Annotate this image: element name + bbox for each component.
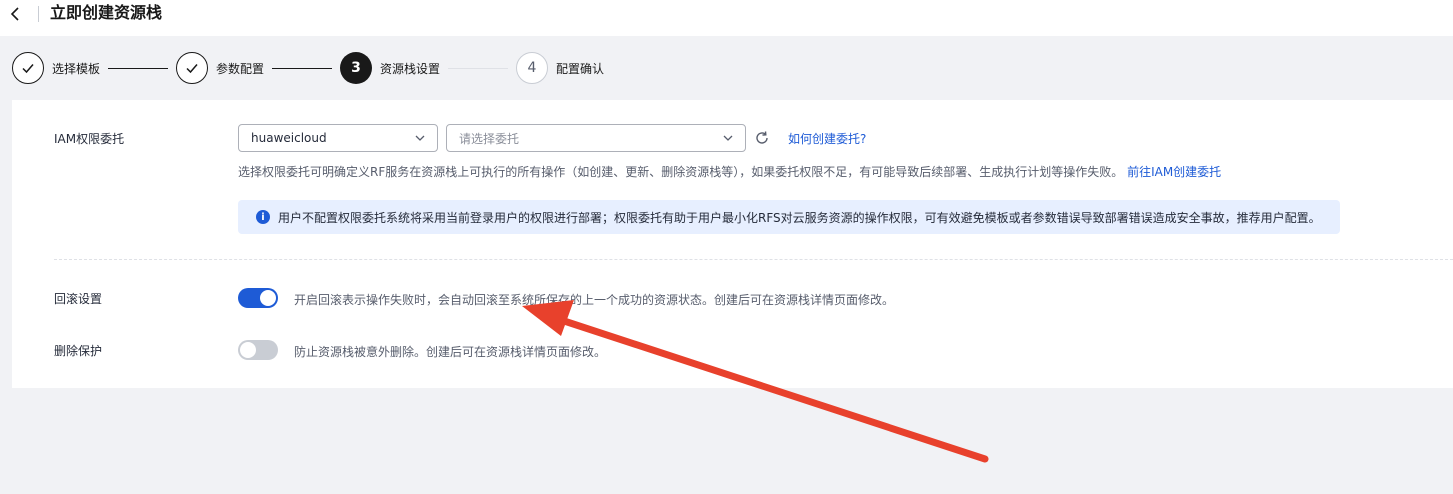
top-bar: 立即创建资源栈 xyxy=(0,0,1453,36)
info-icon: i xyxy=(256,210,270,224)
step-label: 资源栈设置 xyxy=(380,61,441,76)
step-1: 选择模板 xyxy=(12,52,100,84)
step-connector xyxy=(108,68,168,69)
step-number: 4 xyxy=(516,52,548,84)
delegation-select[interactable]: 请选择委托 xyxy=(446,124,746,152)
step-number: 3 xyxy=(340,52,372,84)
deletion-protection-label: 删除保护 xyxy=(54,344,103,358)
step-connector xyxy=(272,68,332,69)
iam-description-text: 选择权限委托可明确定义RF服务在资源栈上可执行的所有操作（如创建、更新、删除资源… xyxy=(238,165,1124,179)
step-2: 参数配置 xyxy=(176,52,264,84)
how-to-create-delegation-link[interactable]: 如何创建委托? xyxy=(788,130,866,147)
rollback-description: 开启回滚表示操作失败时，会自动回滚至系统所保存的上一个成功的资源状态。创建后可在… xyxy=(294,293,895,307)
back-arrow-icon[interactable] xyxy=(8,5,24,23)
info-alert: i 用户不配置权限委托系统将采用当前登录用户的权限进行部署；权限委托有助于用户最… xyxy=(238,200,1340,234)
refresh-icon[interactable] xyxy=(754,130,770,146)
alert-text: 用户不配置权限委托系统将采用当前登录用户的权限进行部署；权限委托有助于用户最小化… xyxy=(278,210,1321,225)
check-icon xyxy=(12,52,44,84)
provider-select[interactable]: huaweicloud xyxy=(238,124,438,152)
deletion-protection-toggle[interactable] xyxy=(238,340,278,360)
step-connector xyxy=(448,68,508,69)
rollback-toggle[interactable] xyxy=(238,288,278,308)
step-4: 4 配置确认 xyxy=(516,52,604,84)
step-label: 配置确认 xyxy=(556,61,605,76)
step-label: 选择模板 xyxy=(52,61,101,76)
rollback-label: 回滚设置 xyxy=(54,292,103,306)
toggle-knob xyxy=(260,290,276,306)
iam-description: 选择权限委托可明确定义RF服务在资源栈上可执行的所有操作（如创建、更新、删除资源… xyxy=(238,163,1221,180)
goto-iam-link[interactable]: 前往IAM创建委托 xyxy=(1127,165,1221,179)
toggle-knob xyxy=(240,342,256,358)
deletion-protection-description: 防止资源栈被意外删除。创建后可在资源栈详情页面修改。 xyxy=(294,345,607,359)
iam-label: IAM权限委托 xyxy=(54,132,125,146)
step-label: 参数配置 xyxy=(216,61,265,76)
step-3: 3 资源栈设置 xyxy=(340,52,440,84)
title-divider xyxy=(38,6,39,22)
provider-value: huaweicloud xyxy=(251,131,327,145)
check-icon xyxy=(176,52,208,84)
step-progress: 选择模板 参数配置 3 资源栈设置 4 配置确认 xyxy=(0,36,1453,100)
page-title: 立即创建资源栈 xyxy=(50,3,163,22)
section-divider xyxy=(54,259,1453,260)
chevron-down-icon xyxy=(415,135,425,141)
delegation-placeholder: 请选择委托 xyxy=(459,131,520,146)
chevron-down-icon xyxy=(723,135,733,141)
